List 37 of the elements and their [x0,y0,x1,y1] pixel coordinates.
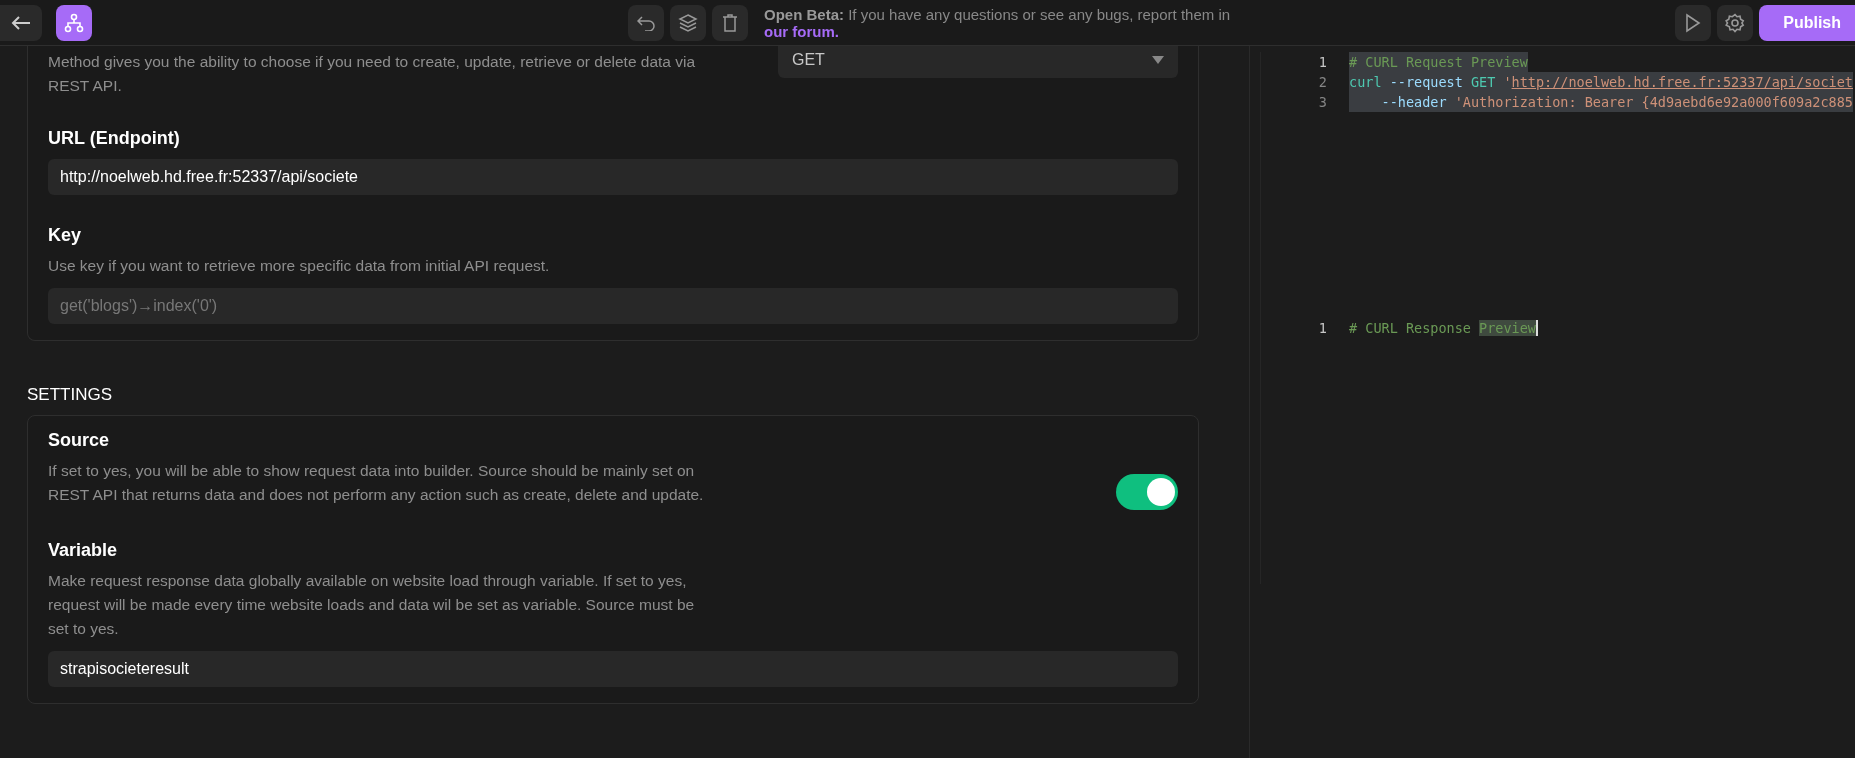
variable-field[interactable]: strapisocieteresult [48,651,1178,687]
undo-button[interactable] [628,4,664,41]
flow-button[interactable] [56,4,92,41]
source-label: Source [48,430,111,451]
line-number: 1 [1317,319,1328,338]
key-field[interactable]: get('blogs')→index('0') [48,288,1178,324]
method-value: GET [792,51,825,69]
settings-button[interactable] [1717,4,1754,41]
delete-button[interactable] [712,4,748,41]
line-number: 1 [1317,53,1328,72]
beta-notice: Open Beta: If you have any questions or see any bugs, report them in our forum. [764,5,1232,40]
method-description: Method gives you the ability to choose if you need to create, update, retrieve or delete data via REST API. [48,52,697,96]
url-label: URL (Endpoint) [48,128,181,149]
back-button[interactable] [0,4,42,41]
variable-label: Variable [48,540,119,561]
variable-description: Make request response data globally available on website load through variable. If set to yes, request will be made every time website loads and data wil be set as variable. Source must be set to yes. [48,571,696,639]
layers-button[interactable] [670,4,706,41]
key-label: Key [48,225,83,246]
play-icon [1685,12,1702,33]
line-number: 3 [1317,93,1328,112]
line-number: 2 [1317,73,1328,92]
settings-icon [1725,12,1746,33]
source-description: If set to yes, you will be able to show request data into builder. Source should be mainly set on REST API that returns data and does not perform any action such as create, delete and update. [48,461,705,505]
trash-icon [722,13,738,32]
hierarchy-icon [64,12,84,33]
caret-icon [1152,56,1164,64]
section-heading: SETTINGS [27,385,113,405]
key-description: Use key if you want to retrieve more specific data from initial API request. [48,256,551,276]
source-toggle[interactable] [1116,474,1178,510]
forum-link[interactable]: our forum. [764,22,839,40]
method-select[interactable]: GET [778,46,1178,78]
undo-icon [637,14,655,31]
layers-icon [678,12,698,33]
arrow-left-icon [11,15,31,30]
code-line: # CURL Response Preview [1349,319,1538,338]
url-field[interactable]: http://noelweb.hd.free.fr:52337/api/societe [48,159,1178,195]
preview-button[interactable] [1675,4,1712,41]
